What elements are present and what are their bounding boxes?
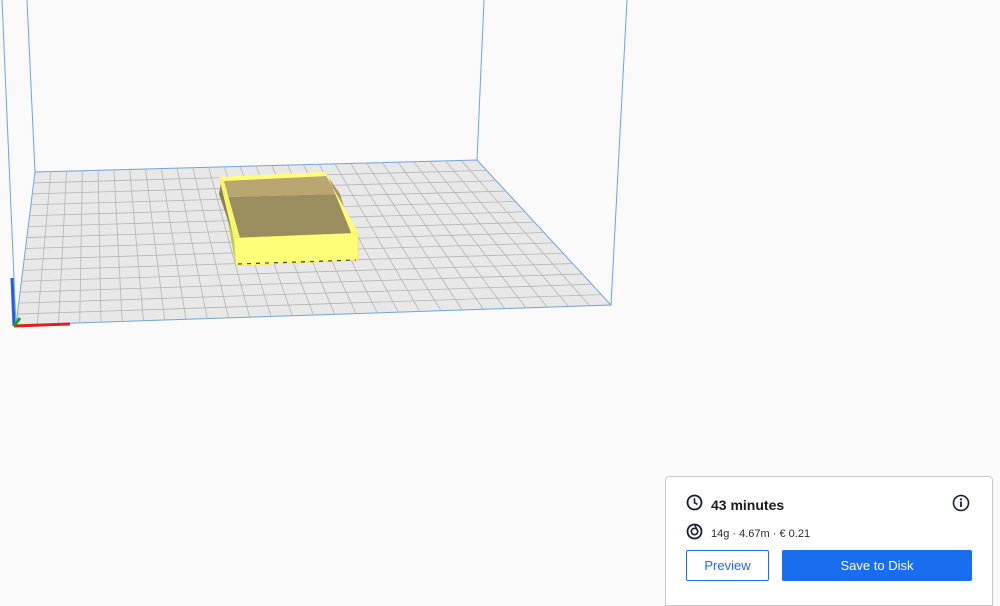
print-summary-panel: 43 minutes 14g · 4.67m · € 0.21 Preview … [665,476,993,606]
clock-icon [686,494,703,516]
material-summary: 14g · 4.67m · € 0.21 [711,528,811,540]
material-usage-row: 14g · 4.67m · € 0.21 [686,523,810,545]
info-icon[interactable] [952,494,970,512]
print-time: 43 minutes [711,497,785,513]
print-time-row: 43 minutes [686,494,784,516]
save-to-disk-button[interactable]: Save to Disk [782,550,972,581]
spool-icon [686,523,703,545]
preview-button[interactable]: Preview [686,550,769,581]
